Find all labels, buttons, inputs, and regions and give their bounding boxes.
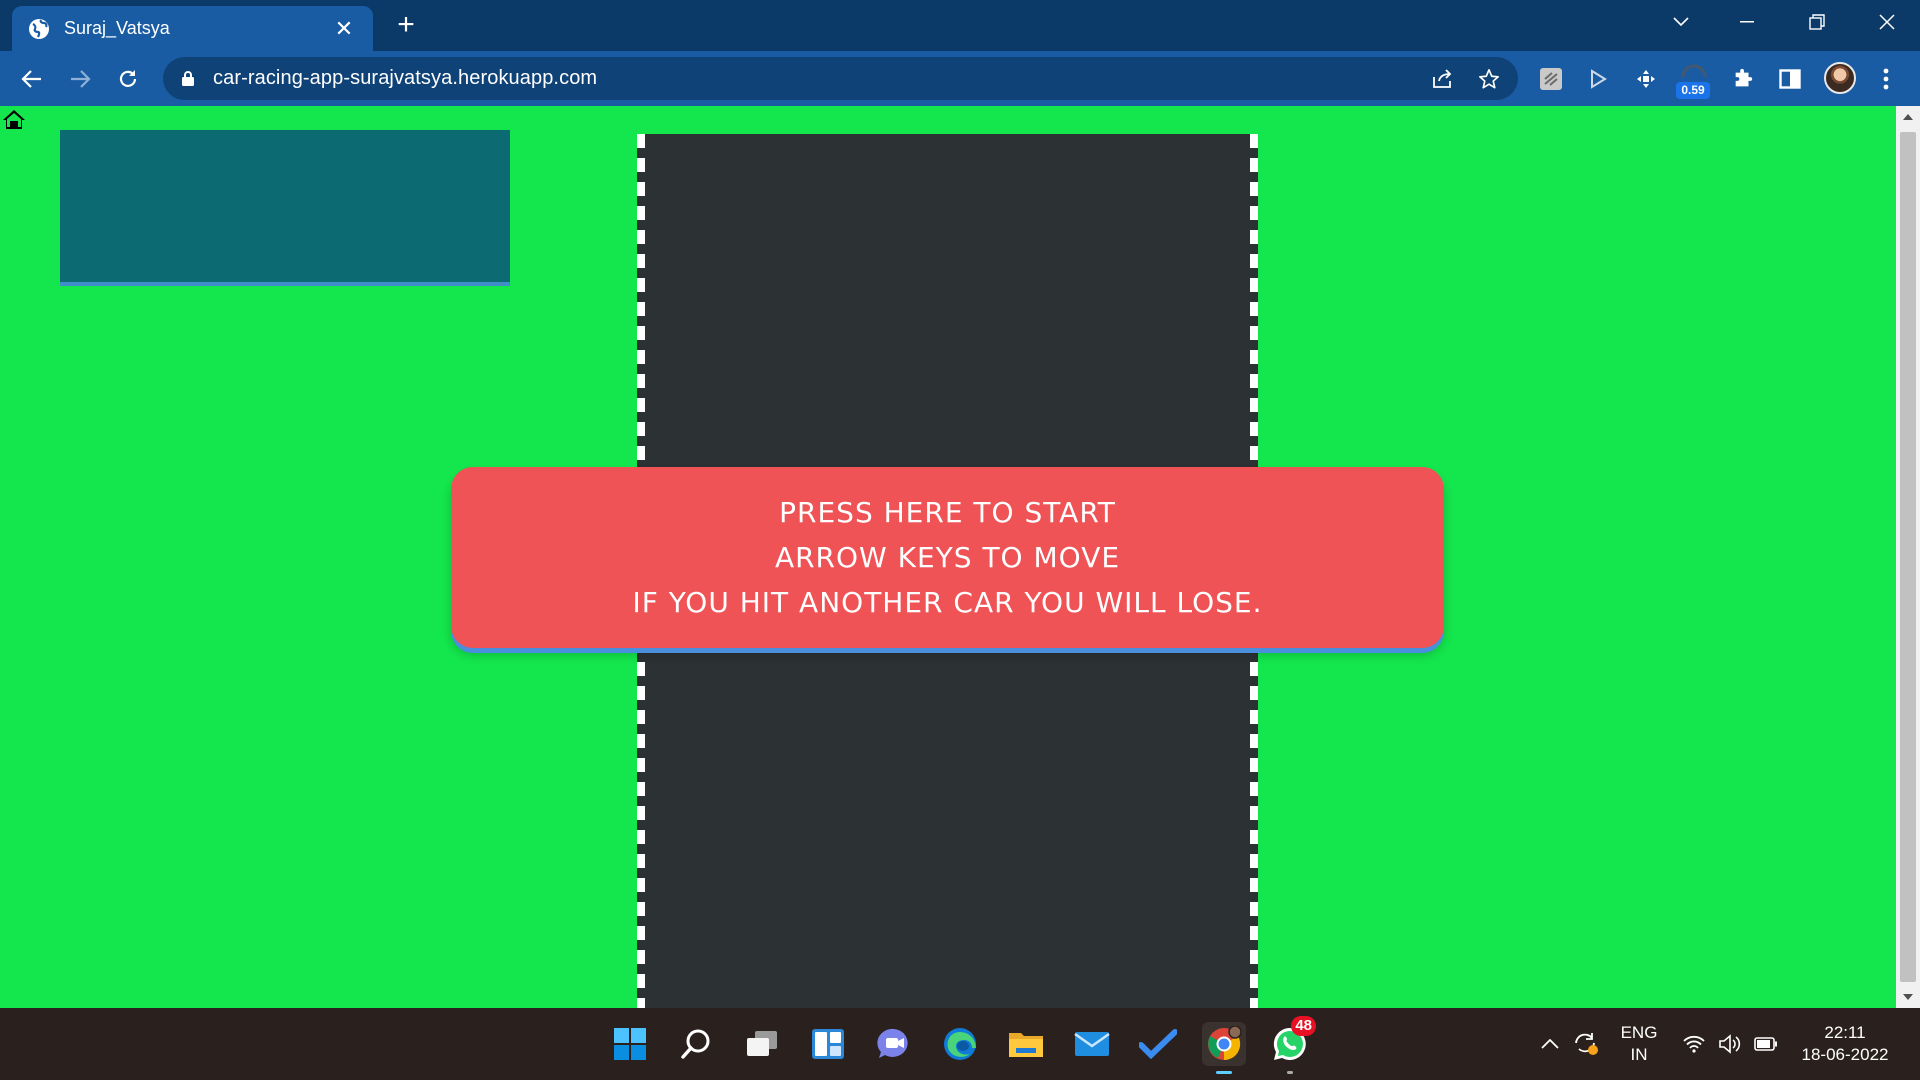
chevron-up-icon[interactable]: [1530, 1022, 1570, 1066]
widgets-icon[interactable]: [806, 1022, 850, 1066]
minimize-button[interactable]: [1718, 0, 1776, 44]
tab-title: Suraj_Vatsya: [64, 18, 170, 38]
windows-taskbar: 48 ENG IN 22:11 18-06-2022: [0, 1008, 1920, 1080]
profile-avatar[interactable]: [1824, 62, 1856, 94]
close-window-button[interactable]: [1858, 0, 1916, 44]
scroll-down-arrow[interactable]: [1896, 986, 1920, 1008]
globe-icon: [28, 18, 50, 40]
start-instruction-line: IF YOU HIT ANOTHER CAR YOU WILL LOSE.: [632, 586, 1263, 619]
address-bar[interactable]: car-racing-app-surajvatsya.herokuapp.com: [163, 57, 1518, 100]
bookmark-star-icon[interactable]: [1475, 65, 1503, 93]
windows-start-icon[interactable]: [608, 1022, 652, 1066]
wifi-icon[interactable]: [1676, 1022, 1712, 1066]
battery-icon[interactable]: [1748, 1022, 1784, 1066]
tab-strip: Suraj_Vatsya ✕ +: [0, 0, 1920, 51]
clock-time: 22:11: [1824, 1023, 1866, 1042]
page-scrollbar[interactable]: [1896, 106, 1920, 1008]
language-code: ENG: [1620, 1023, 1658, 1042]
notification-badge: 48: [1291, 1016, 1316, 1036]
start-instruction-line: PRESS HERE TO START: [779, 496, 1116, 529]
scroll-thumb[interactable]: [1900, 132, 1916, 982]
todo-icon[interactable]: [1136, 1022, 1180, 1066]
scroll-up-arrow[interactable]: [1896, 106, 1920, 128]
clock-date: 18-06-2022: [1801, 1045, 1889, 1064]
more-menu-icon[interactable]: [1870, 63, 1902, 95]
forward-button[interactable]: [62, 61, 98, 97]
tab-active[interactable]: Suraj_Vatsya ✕: [12, 6, 373, 51]
search-icon[interactable]: [674, 1022, 718, 1066]
home-icon[interactable]: [2, 108, 26, 130]
new-tab-button[interactable]: +: [390, 10, 422, 42]
task-view-icon[interactable]: [740, 1022, 784, 1066]
start-game-button[interactable]: PRESS HERE TO START ARROW KEYS TO MOVE I…: [451, 467, 1444, 648]
reload-button[interactable]: [110, 61, 146, 97]
close-tab-icon[interactable]: ✕: [331, 17, 357, 40]
game-page: PRESS HERE TO START ARROW KEYS TO MOVE I…: [0, 106, 1896, 1008]
sync-icon[interactable]: [1566, 1022, 1606, 1066]
lock-icon[interactable]: [181, 70, 195, 92]
volume-icon[interactable]: [1712, 1022, 1748, 1066]
language-indicator[interactable]: ENG IN: [1614, 1022, 1664, 1066]
url-text[interactable]: car-racing-app-surajvatsya.herokuapp.com: [213, 67, 597, 90]
extension-notes-icon[interactable]: [1535, 63, 1567, 95]
mail-icon[interactable]: [1070, 1022, 1114, 1066]
browser-toolbar: car-racing-app-surajvatsya.herokuapp.com: [0, 51, 1920, 106]
active-app-indicator: [1216, 1071, 1232, 1074]
edge-browser-icon[interactable]: [938, 1022, 982, 1066]
extension-move-icon[interactable]: [1630, 63, 1662, 95]
tab-search-button[interactable]: [1652, 0, 1710, 44]
clock[interactable]: 22:11 18-06-2022: [1790, 1022, 1900, 1066]
side-panel-icon[interactable]: [1774, 63, 1806, 95]
extension-play-icon[interactable]: [1582, 63, 1614, 95]
language-region: IN: [1630, 1045, 1648, 1064]
extension-badge: 0.59: [1676, 82, 1710, 99]
file-explorer-icon[interactable]: [1004, 1022, 1048, 1066]
restore-button[interactable]: [1788, 0, 1846, 44]
chrome-icon[interactable]: [1202, 1022, 1246, 1074]
start-instruction-line: ARROW KEYS TO MOVE: [774, 541, 1121, 574]
running-app-indicator: [1287, 1071, 1293, 1074]
score-panel: [60, 130, 510, 282]
whatsapp-icon[interactable]: 48: [1268, 1016, 1316, 1074]
extensions-puzzle-icon[interactable]: [1727, 63, 1759, 95]
teams-chat-icon[interactable]: [872, 1022, 916, 1066]
back-button[interactable]: [14, 61, 50, 97]
share-icon[interactable]: [1428, 65, 1456, 93]
